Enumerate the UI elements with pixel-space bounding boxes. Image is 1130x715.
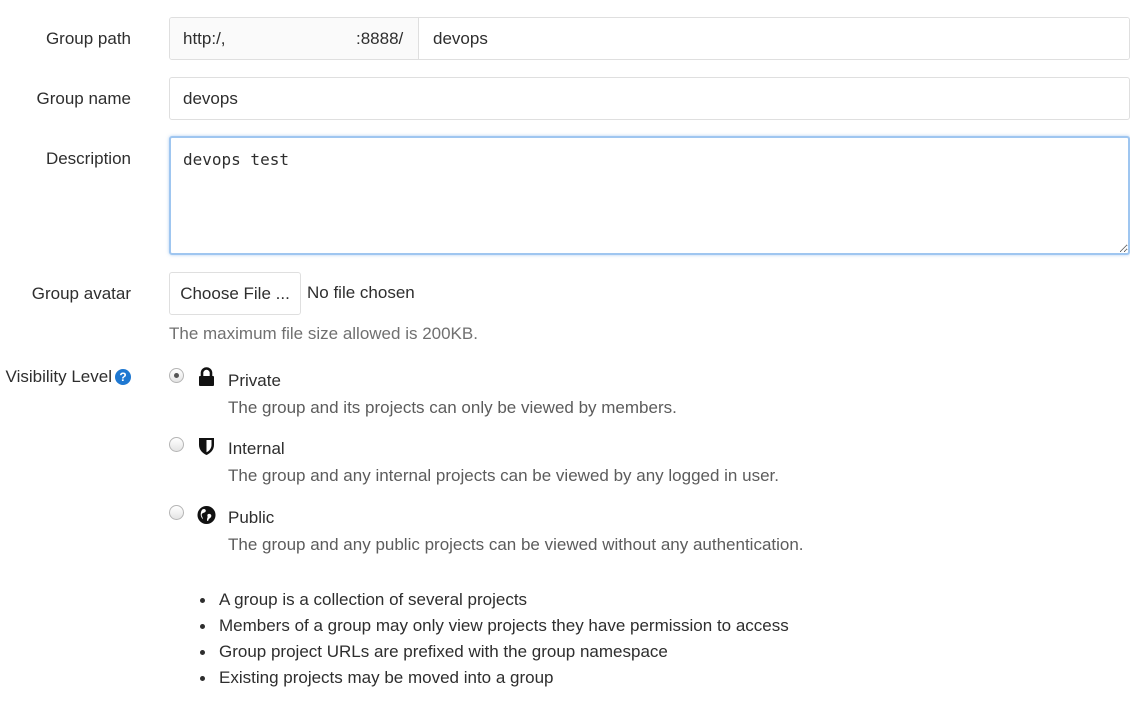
- list-item: Existing projects may be moved into a gr…: [200, 666, 789, 692]
- visibility-private-radio[interactable]: [169, 368, 184, 383]
- group-info-list: A group is a collection of several proje…: [200, 588, 789, 692]
- lock-icon: [199, 367, 214, 386]
- group-name-label: Group name: [36, 89, 132, 108]
- list-item: Group project URLs are prefixed with the…: [200, 640, 789, 666]
- visibility-internal-radio[interactable]: [169, 437, 184, 452]
- group-path-prefix-start: http:/,: [183, 28, 226, 48]
- redacted-host: [225, 27, 346, 50]
- shield-icon: [199, 438, 214, 455]
- visibility-internal-description: The group and any internal projects can …: [228, 466, 779, 485]
- description-label: Description: [45, 149, 131, 168]
- group-path-label: Group path: [45, 29, 131, 48]
- globe-icon: [197, 505, 216, 525]
- visibility-level-text: Visibility Level: [5, 367, 112, 386]
- list-item: Members of a group may only view project…: [200, 614, 789, 640]
- group-path-input[interactable]: [419, 18, 1129, 59]
- group-path-prefix: http:/, :8888/: [170, 18, 419, 59]
- visibility-public-title[interactable]: Public: [228, 508, 274, 528]
- visibility-internal-title[interactable]: Internal: [228, 439, 285, 459]
- visibility-private-title[interactable]: Private: [228, 371, 281, 391]
- description-textarea[interactable]: devops test: [169, 136, 1130, 255]
- group-path-field: http:/, :8888/: [169, 17, 1130, 60]
- avatar-size-help: The maximum file size allowed is 200KB.: [169, 324, 478, 343]
- visibility-level-label: Visibility Level?: [6, 367, 131, 387]
- list-item: A group is a collection of several proje…: [200, 588, 789, 614]
- question-circle-icon[interactable]: ?: [115, 369, 131, 385]
- visibility-public-description: The group and any public projects can be…: [228, 535, 804, 554]
- visibility-public-radio[interactable]: [169, 505, 184, 520]
- file-status-text: No file chosen: [307, 283, 415, 302]
- group-path-prefix-end: :8888/: [356, 28, 404, 48]
- choose-file-button[interactable]: Choose File ...: [169, 272, 301, 315]
- group-avatar-label: Group avatar: [31, 284, 131, 303]
- visibility-private-description: The group and its projects can only be v…: [228, 398, 677, 417]
- group-name-input[interactable]: [169, 77, 1130, 120]
